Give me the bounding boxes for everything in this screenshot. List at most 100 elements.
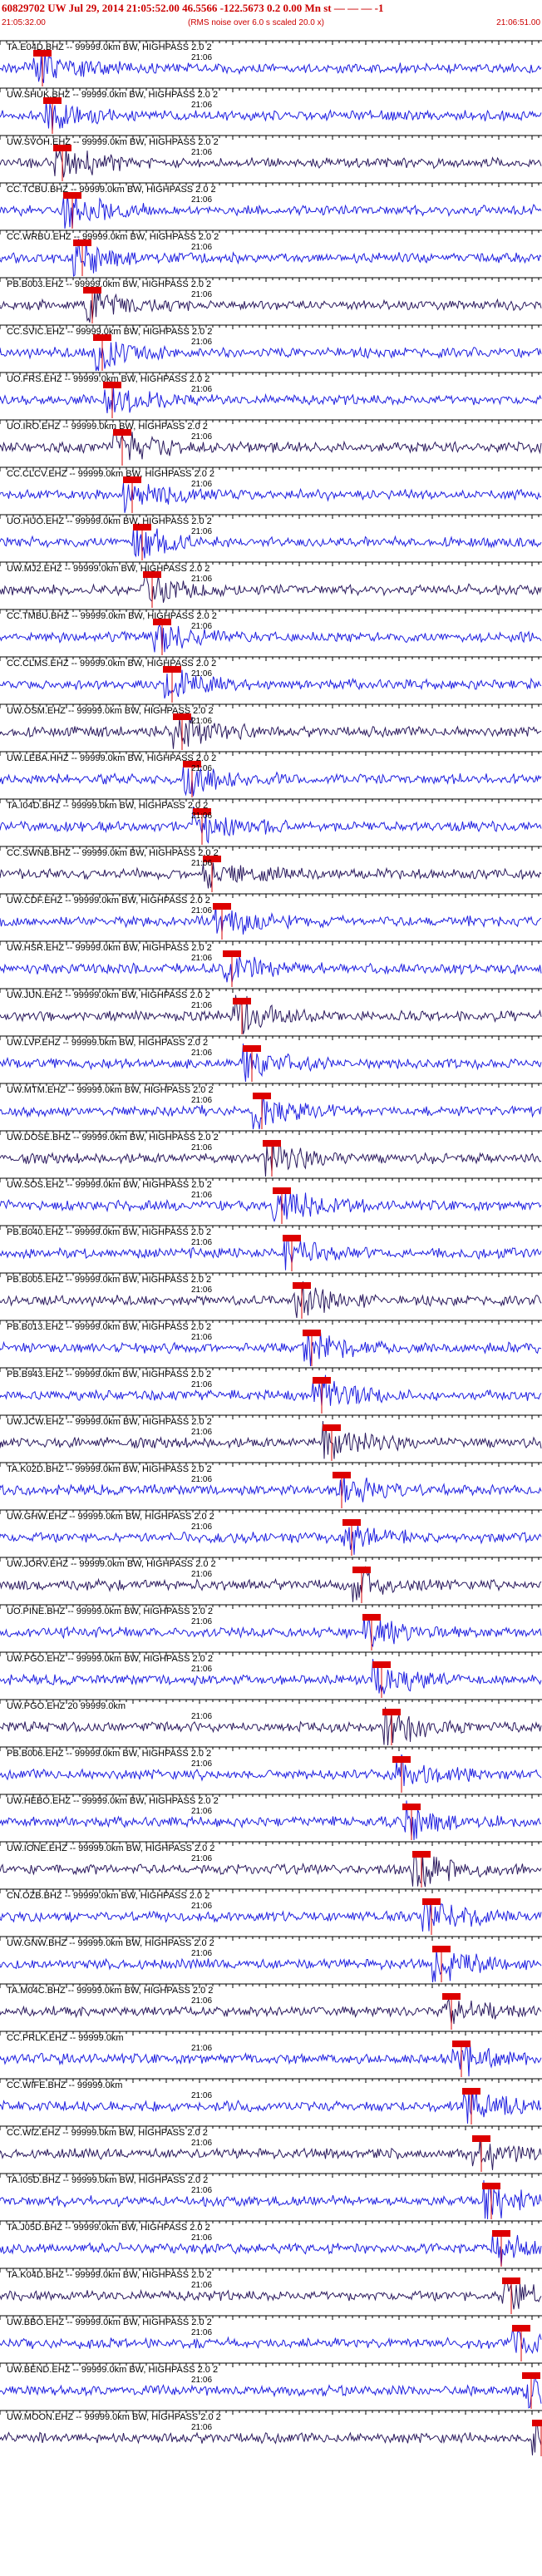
minute-marker-label: 21:06	[191, 669, 213, 679]
seismic-waveform	[0, 387, 542, 414]
minute-marker-label: 21:06	[191, 622, 213, 631]
station-label: UW.MTM.EHZ -- 99999.0km BW, HIGHPASS 2.0…	[7, 1085, 214, 1095]
station-label: TA.K04D.BHZ -- 99999.0km BW, HIGHPASS 2.…	[7, 2270, 212, 2280]
minute-marker-label: 21:06	[191, 1475, 213, 1484]
station-label: CC.WIFE.BHZ -- 99999.0km	[7, 2080, 123, 2090]
station-row: UW.DOSE.BHZ -- 99999.0km BW, HIGHPASS 2.…	[0, 1130, 542, 1177]
station-label: PB.B005.EHZ -- 99999.0km BW, HIGHPASS 2.…	[7, 1275, 212, 1285]
station-row: UW.LEBA.HHZ -- 99999.0km BW, HIGHPASS 2.…	[0, 751, 542, 798]
seismogram-header: 60829702 UW Jul 29, 2014 21:05:52.00 46.…	[0, 0, 542, 40]
seismic-waveform	[0, 2282, 542, 2310]
station-label: PB.B943.EHZ -- 99999.0km BW, HIGHPASS 2.…	[7, 1369, 212, 1379]
minute-marker-label: 21:06	[191, 1049, 213, 1058]
station-label: UW.IONE.EHZ -- 99999.0km BW, HIGHPASS 2.…	[7, 1843, 215, 1853]
station-row: TA.K04D.BHZ -- 99999.0km BW, HIGHPASS 2.…	[0, 2268, 542, 2315]
seismic-waveform	[0, 2329, 542, 2355]
minute-marker-label: 21:06	[191, 2091, 213, 2100]
station-row: UW.BBO.EHZ -- 99999.0km BW, HIGHPASS 2.0…	[0, 2315, 542, 2362]
station-row: TA.K02D.BHZ -- 99999.0km BW, HIGHPASS 2.…	[0, 1462, 542, 1509]
minute-marker-label: 21:06	[191, 1191, 213, 1200]
station-label: PB.B040.EHZ -- 99999.0km BW, HIGHPASS 2.…	[7, 1227, 212, 1237]
minute-marker-label: 21:06	[191, 2281, 213, 2290]
minute-marker-label: 21:06	[191, 2139, 213, 2148]
station-label: CN.OZB.BHZ -- 99999.0km BW, HIGHPASS 2.0…	[7, 1891, 210, 1901]
station-row: CC.SWNB.BHZ -- 99999.0km BW, HIGHPASS 2.…	[0, 846, 542, 893]
seismic-waveform	[0, 1898, 542, 1932]
station-label: UW.SHUK.BHZ -- 99999.0km BW, HIGHPASS 2.…	[7, 90, 219, 100]
station-label: UW.HEBO.EHZ -- 99999.0km BW, HIGHPASS 2.…	[7, 1796, 219, 1806]
minute-marker-label: 21:06	[191, 954, 213, 963]
seismic-waveform	[0, 904, 542, 935]
seismic-waveform	[0, 1565, 542, 1602]
minute-marker-label: 21:06	[191, 2233, 213, 2243]
seismic-waveform	[0, 1525, 542, 1555]
seismic-waveform	[0, 1659, 542, 1695]
station-label: UW.LVP.EHZ -- 99999.0km BW, HIGHPASS 2.0…	[7, 1038, 209, 1048]
minute-marker-label: 21:06	[191, 385, 213, 394]
station-label: CC.CLMS.EHZ -- 99999.0km BW, HIGHPASS 2.…	[7, 659, 217, 669]
rms-scaling-note: (RMS noise over 6.0 s scaled 20.0 x)	[188, 18, 324, 27]
station-row: UW.IONE.EHZ -- 99999.0km BW, HIGHPASS 2.…	[0, 1841, 542, 1888]
station-label: PB.B006.EHZ -- 99999.0km BW, HIGHPASS 2.…	[7, 1749, 212, 1759]
station-label: UW.GNW.BHZ -- 99999.0km BW, HIGHPASS 2.0…	[7, 1938, 214, 1948]
station-label: UW.BEND.EHZ -- 99999.0km BW, HIGHPASS 2.…	[7, 2365, 219, 2375]
minute-marker-label: 21:06	[191, 53, 213, 62]
seismic-waveform	[0, 1800, 542, 1841]
station-label: UW.GHW.EHZ -- 99999.0km BW, HIGHPASS 2.0…	[7, 1512, 214, 1522]
minute-marker-label: 21:06	[191, 1333, 213, 1342]
station-row: TA.I05D.BHZ -- 99999.0km BW, HIGHPASS 2.…	[0, 2173, 542, 2220]
station-row: UW.CDF.EHZ -- 99999.0km BW, HIGHPASS 2.0…	[0, 893, 542, 940]
seismic-waveform	[0, 147, 542, 178]
station-row: UW.PGO.EHZ 20 99999.0km 21:06	[0, 1699, 542, 1746]
seismic-waveform	[0, 2042, 542, 2077]
station-label: CC.WIZ.EHZ -- 99999.0km BW, HIGHPASS 2.0…	[7, 2128, 208, 2138]
seismic-waveform	[0, 2088, 542, 2124]
seismic-waveform	[0, 2179, 542, 2219]
station-row: UW.GNW.BHZ -- 99999.0km BW, HIGHPASS 2.0…	[0, 1936, 542, 1983]
station-row: CC.TMBU.BHZ -- 99999.0km BW, HIGHPASS 2.…	[0, 609, 542, 656]
minute-marker-label: 21:06	[191, 101, 213, 110]
station-label: UW.OSM.EHZ -- 99999.0km BW, HIGHPASS 2.0…	[7, 706, 214, 716]
minute-marker-label: 21:06	[191, 2328, 213, 2337]
station-row: UW.JCW.EHZ -- 99999.0km BW, HIGHPASS 2.0…	[0, 1414, 542, 1462]
station-label: UW.CDF.EHZ -- 99999.0km BW, HIGHPASS 2.0…	[7, 896, 210, 906]
minute-marker-label: 21:06	[191, 1759, 213, 1769]
station-row: CC.WRBU.EHZ -- 99999.0km BW, HIGHPASS 2.…	[0, 229, 542, 277]
station-label: UW.MJ2.EHZ -- 99999.0km BW, HIGHPASS 2.0…	[7, 564, 210, 574]
station-label: TA.K02D.BHZ -- 99999.0km BW, HIGHPASS 2.…	[7, 1464, 212, 1474]
minute-marker-label: 21:06	[191, 1996, 213, 2006]
minute-marker-label: 21:06	[191, 1001, 213, 1010]
minute-marker-label: 21:06	[191, 1428, 213, 1437]
station-label: UO.IRO.EHZ -- 99999.0km BW, HIGHPASS 2.0…	[7, 422, 208, 432]
seismic-waveform	[0, 1706, 542, 1746]
seismic-waveform	[0, 427, 542, 461]
minute-marker-label: 21:06	[191, 1286, 213, 1295]
minute-marker-label: 21:06	[191, 812, 213, 821]
station-label: UO.HUO.EHZ -- 99999.0km BW, HIGHPASS 2.0…	[7, 516, 212, 526]
minute-marker-label: 21:06	[191, 859, 213, 868]
seismic-waveform	[0, 2233, 542, 2268]
station-row: CC.WIFE.BHZ -- 99999.0km 21:06	[0, 2078, 542, 2125]
station-label: CC.TCBU.BHZ -- 99999.0km BW, HIGHPASS 2.…	[7, 185, 216, 195]
window-end-time: 21:06:51.00	[496, 18, 540, 27]
station-row: CC.PRLK.EHZ -- 99999.0km 21:06	[0, 2031, 542, 2078]
station-label: UW.SOS.EHZ -- 99999.0km BW, HIGHPASS 2.0…	[7, 1180, 212, 1190]
seismic-waveform	[0, 1998, 542, 2025]
station-label: TA.E04D.BHZ -- 99999.0km BW, HIGHPASS 2.…	[7, 42, 212, 52]
station-label: UW.SVOH.EHZ -- 99999.0km BW, HIGHPASS 2.…	[7, 137, 219, 147]
minute-marker-label: 21:06	[191, 575, 213, 584]
seismic-waveform	[0, 1192, 542, 1222]
station-row: UW.BEND.EHZ -- 99999.0km BW, HIGHPASS 2.…	[0, 2362, 542, 2410]
station-row: CC.CLMS.EHZ -- 99999.0km BW, HIGHPASS 2.…	[0, 656, 542, 703]
minute-marker-label: 21:06	[191, 338, 213, 347]
seismic-waveform	[0, 2421, 542, 2455]
station-row: UW.JUN.EHZ -- 99999.0km BW, HIGHPASS 2.0…	[0, 988, 542, 1035]
station-row: UW.SHUK.BHZ -- 99999.0km BW, HIGHPASS 2.…	[0, 87, 542, 135]
minute-marker-label: 21:06	[191, 2376, 213, 2385]
station-label: UO.PINE.BHZ -- 99999.0km BW, HIGHPASS 2.…	[7, 1606, 213, 1616]
seismic-waveform	[0, 669, 542, 699]
seismic-waveform	[0, 1374, 542, 1407]
station-row: PB.B040.EHZ -- 99999.0km BW, HIGHPASS 2.…	[0, 1225, 542, 1272]
station-label: PB.B013.EHZ -- 99999.0km BW, HIGHPASS 2.…	[7, 1322, 212, 1332]
station-row: PB.B003.EHZ -- 99999.0km BW, HIGHPASS 2.…	[0, 277, 542, 324]
